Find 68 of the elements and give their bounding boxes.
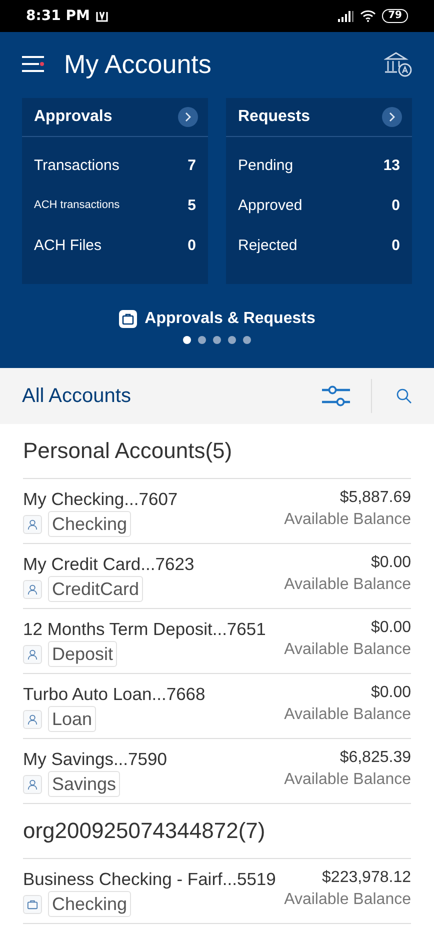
account-name[interactable]: Business Checking - Fairf...5519 bbox=[23, 867, 276, 891]
page-dot[interactable] bbox=[243, 336, 251, 344]
account-balance: $6,825.39 bbox=[340, 748, 411, 768]
account-balance: $223,978.12 bbox=[322, 868, 411, 888]
row-count: 13 bbox=[383, 156, 400, 174]
summary-card[interactable]: Approvals Transactions 7 ACH transactions 5 ACH Files 0 bbox=[22, 98, 208, 284]
balance-label: Available Balance bbox=[284, 575, 411, 595]
account-type-tag: Loan bbox=[48, 706, 96, 732]
row-label: Rejected bbox=[238, 236, 298, 254]
account-name[interactable]: My Checking...7607 bbox=[23, 487, 178, 511]
card-title: Requests bbox=[238, 108, 310, 126]
row-label: Approved bbox=[238, 196, 302, 214]
account-balance: $0.00 bbox=[370, 618, 411, 638]
group-title: org200925074344872(7) bbox=[23, 804, 411, 859]
account-type-tag: Deposit bbox=[48, 641, 118, 667]
balance-label: Available Balance bbox=[284, 770, 411, 790]
row-label: ACH Files bbox=[34, 236, 102, 254]
person-icon bbox=[23, 774, 42, 794]
account-name[interactable]: My Credit Card...7623 bbox=[23, 552, 194, 576]
briefcase-icon bbox=[23, 894, 42, 914]
chevron-icon[interactable] bbox=[382, 107, 402, 127]
person-icon bbox=[23, 644, 42, 664]
account-type-tag: Savings bbox=[48, 771, 120, 797]
row-count: 7 bbox=[188, 156, 196, 174]
row-count: 0 bbox=[392, 236, 400, 254]
account-name[interactable]: Turbo Auto Loan...7668 bbox=[23, 682, 206, 706]
page-dot[interactable] bbox=[183, 336, 191, 344]
row-count: 5 bbox=[188, 196, 196, 214]
bank-icon[interactable] bbox=[384, 51, 412, 77]
balance-label: Available Balance bbox=[284, 640, 411, 660]
section-title: All Accounts bbox=[22, 384, 132, 408]
carousel-label: Approvals & Requests bbox=[144, 310, 316, 328]
signal-icon bbox=[338, 10, 354, 22]
battery-indicator: 79 bbox=[382, 9, 408, 23]
person-icon bbox=[23, 580, 42, 598]
summary-card[interactable]: Requests Pending 13 Approved 0 Rejected 0 bbox=[226, 98, 412, 284]
row-label: Pending bbox=[238, 156, 294, 174]
balance-label: Available Balance bbox=[284, 510, 411, 530]
person-icon bbox=[23, 514, 42, 534]
wifi-icon bbox=[360, 10, 376, 22]
page-dot[interactable] bbox=[198, 336, 206, 344]
row-count: 0 bbox=[392, 196, 400, 214]
account-name[interactable]: My Savings...7590 bbox=[23, 747, 167, 771]
account-balance: $5,887.69 bbox=[340, 488, 411, 508]
account-type-tag: Checking bbox=[48, 511, 132, 537]
balance-label: Available Balance bbox=[284, 705, 411, 725]
account-type-tag: Checking bbox=[48, 891, 132, 917]
row-count: 0 bbox=[188, 236, 196, 254]
page-dot[interactable] bbox=[228, 336, 236, 344]
account-type-tag: CreditCard bbox=[48, 576, 144, 602]
account-balance: $0.00 bbox=[370, 553, 411, 573]
search-icon[interactable] bbox=[396, 388, 412, 404]
notification-icon bbox=[96, 10, 108, 22]
person-icon bbox=[23, 710, 42, 728]
page-title: My Accounts bbox=[64, 48, 212, 80]
menu-icon[interactable] bbox=[22, 56, 44, 72]
card-title: Approvals bbox=[34, 108, 112, 126]
filter-icon[interactable] bbox=[321, 384, 351, 408]
balance-label: Available Balance bbox=[284, 890, 411, 910]
briefcase-icon bbox=[118, 310, 137, 328]
account-name[interactable]: 12 Months Term Deposit...7651 bbox=[23, 617, 266, 641]
group-title: Personal Accounts(5) bbox=[23, 424, 411, 479]
page-dot[interactable] bbox=[213, 336, 221, 344]
chevron-icon[interactable] bbox=[178, 107, 198, 127]
account-balance: $0.00 bbox=[370, 683, 411, 703]
row-label: Transactions bbox=[34, 156, 120, 174]
status-time: 8:31 PM bbox=[26, 8, 90, 24]
row-label: ACH transactions bbox=[34, 200, 121, 210]
